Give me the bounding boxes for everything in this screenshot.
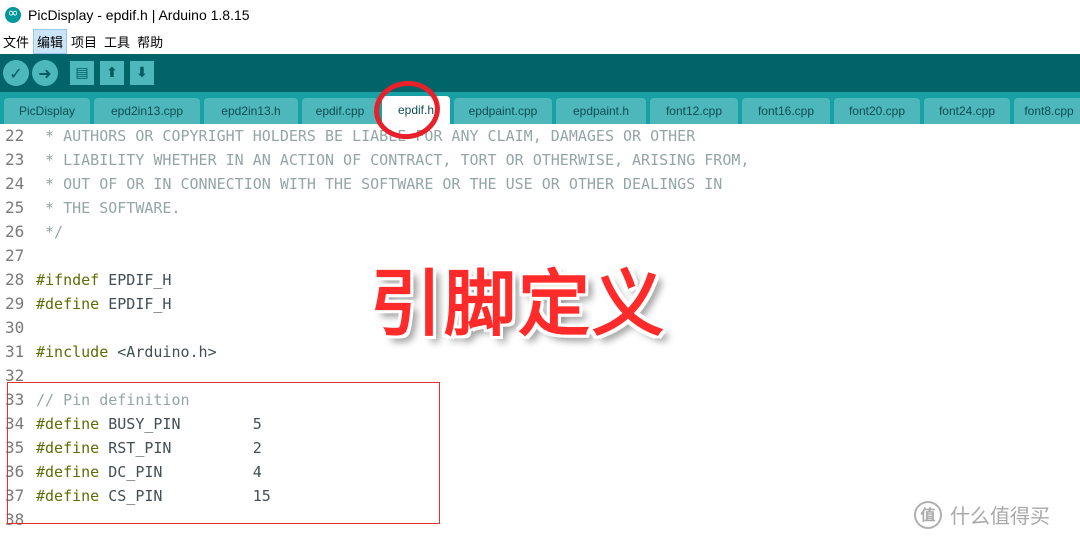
tab-font12-cpp[interactable]: font12.cpp — [650, 98, 738, 124]
menu-sketch[interactable]: 项目 — [68, 30, 100, 53]
line-code: * THE SOFTWARE. — [36, 196, 181, 220]
line-number: 23 — [5, 150, 25, 169]
upload-button[interactable]: ➜ — [32, 60, 58, 86]
code-token: #define — [36, 295, 100, 313]
code-token: EPDIF_H — [99, 271, 172, 289]
save-icon: ⬇ — [136, 65, 148, 81]
menu-file[interactable]: 文件 — [0, 30, 32, 53]
code-token: * LIABILITY WHETHER IN AN ACTION OF CONT… — [36, 151, 750, 169]
line-number: 26 — [5, 222, 25, 241]
menu-help[interactable]: 帮助 — [134, 30, 166, 53]
menu-tools[interactable]: 工具 — [101, 30, 133, 53]
line-code: */ — [36, 220, 63, 244]
code-token: #ifndef — [36, 271, 100, 289]
arduino-logo-icon — [5, 5, 21, 23]
code-token: EPDIF_H — [99, 295, 172, 313]
new-file-icon: ▤ — [75, 65, 89, 81]
tab-bar: PicDisplay epd2in13.cpp epd2in13.h epdif… — [0, 92, 1080, 124]
watermark-logo-icon: 值 — [914, 500, 942, 529]
line-code: #include <Arduino.h> — [36, 340, 217, 364]
line-number: 27 — [5, 246, 25, 265]
line-number: 31 — [5, 342, 25, 361]
code-line[interactable]: 22 * AUTHORS OR COPYRIGHT HOLDERS BE LIA… — [0, 124, 1080, 148]
tab-epdif-cpp[interactable]: epdif.cpp — [302, 98, 378, 124]
line-code: * OUT OF OR IN CONNECTION WITH THE SOFTW… — [36, 172, 722, 196]
window-title: PicDisplay - epdif.h | Arduino 1.8.15 — [28, 6, 250, 23]
new-button[interactable]: ▤ — [70, 61, 94, 85]
tab-epdpaint-h[interactable]: epdpaint.h — [556, 98, 646, 124]
open-icon: ⬆ — [106, 65, 118, 81]
save-button[interactable]: ⬇ — [130, 61, 154, 85]
toolbar: ✓ ➜ ▤ ⬆ ⬇ — [0, 54, 1080, 92]
code-token: #include — [36, 343, 109, 361]
annotation-label: 引脚定义 — [370, 262, 667, 346]
line-number: 25 — [5, 198, 25, 217]
line-number: 30 — [5, 318, 25, 337]
tab-epd2in13-cpp[interactable]: epd2in13.cpp — [94, 98, 200, 124]
check-icon: ✓ — [9, 63, 23, 83]
line-number: 22 — [5, 126, 25, 145]
code-token: * THE SOFTWARE. — [36, 199, 181, 217]
line-number: 24 — [5, 174, 25, 193]
code-line[interactable]: 25 * THE SOFTWARE. — [0, 196, 1080, 220]
tab-epd2in13-h[interactable]: epd2in13.h — [204, 98, 298, 124]
line-code: * LIABILITY WHETHER IN AN ACTION OF CONT… — [36, 148, 749, 172]
line-code: #ifndef EPDIF_H — [36, 268, 171, 292]
code-line[interactable]: 24 * OUT OF OR IN CONNECTION WITH THE SO… — [0, 172, 1080, 196]
tab-font16-cpp[interactable]: font16.cpp — [742, 98, 830, 124]
arrow-right-icon: ➜ — [38, 63, 52, 83]
tab-font24-cpp[interactable]: font24.cpp — [924, 98, 1010, 124]
code-line[interactable]: 26 */ — [0, 220, 1080, 244]
code-token: <Arduino.h> — [108, 343, 217, 361]
tab-font8-cpp[interactable]: font8.cpp — [1014, 98, 1080, 124]
watermark: 值 什么值得买 — [914, 500, 1050, 529]
open-button[interactable]: ⬆ — [100, 61, 124, 85]
watermark-text: 什么值得买 — [950, 504, 1050, 528]
line-number: 29 — [5, 294, 25, 313]
code-token: * AUTHORS OR COPYRIGHT HOLDERS BE LIABLE… — [36, 127, 696, 145]
menu-bar: 文件 编辑 项目 工具 帮助 — [0, 28, 1080, 54]
line-code: #define EPDIF_H — [36, 292, 171, 316]
code-line[interactable]: 23 * LIABILITY WHETHER IN AN ACTION OF C… — [0, 148, 1080, 172]
tab-epdpaint-cpp[interactable]: epdpaint.cpp — [454, 98, 552, 124]
line-code: * AUTHORS OR COPYRIGHT HOLDERS BE LIABLE… — [36, 124, 695, 148]
menu-edit[interactable]: 编辑 — [33, 28, 68, 54]
line-number: 28 — [5, 270, 25, 289]
tab-font20-cpp[interactable]: font20.cpp — [834, 98, 920, 124]
highlight-box — [7, 382, 440, 524]
verify-button[interactable]: ✓ — [3, 60, 29, 86]
title-bar: PicDisplay - epdif.h | Arduino 1.8.15 — [0, 0, 1080, 29]
code-token: * OUT OF OR IN CONNECTION WITH THE SOFTW… — [36, 175, 723, 193]
code-token: */ — [36, 223, 64, 241]
tab-picdisplay[interactable]: PicDisplay — [4, 98, 90, 124]
